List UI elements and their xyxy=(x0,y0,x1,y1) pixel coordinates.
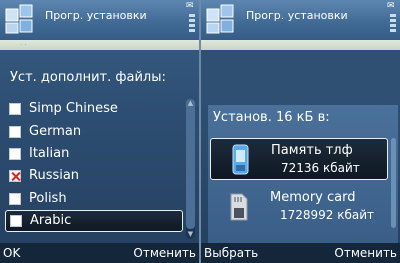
app-title: Прогр. установки xyxy=(246,9,348,22)
option-phone-memory[interactable]: Память тлф 72136 кбайт xyxy=(210,138,388,180)
nav-strip xyxy=(201,40,400,50)
softkey-bar: OK Отменить xyxy=(0,243,199,263)
status-header: Прогр. установки ✉ xyxy=(0,0,199,40)
checkbox[interactable] xyxy=(10,215,22,227)
status-header: Прогр. установки ✉ xyxy=(201,0,400,40)
app-title: Прогр. установки xyxy=(45,9,147,22)
item-label: Italian xyxy=(29,146,70,161)
scroll-up-icon: ▲ xyxy=(187,99,194,107)
option-name: Memory card xyxy=(270,190,356,205)
select-button[interactable]: Выбрать xyxy=(204,246,258,260)
left-screen: Прогр. установки ✉ · · Уст. дополнит. фа… xyxy=(0,0,199,263)
list-item-arabic[interactable]: Arabic xyxy=(5,210,183,232)
message-icon: ✉ xyxy=(186,1,194,11)
option-name: Память тлф xyxy=(271,143,353,158)
scrollbar[interactable]: ▲ ▼ xyxy=(186,99,195,239)
item-label: Simp Chinese xyxy=(29,101,118,116)
phone-memory-icon xyxy=(232,144,249,175)
list-item-german[interactable]: German xyxy=(5,122,183,144)
option-memory-card[interactable]: Memory card 1728992 кбайт xyxy=(210,186,388,228)
item-label: Russian xyxy=(29,168,80,183)
nav-strip-fragment: · · xyxy=(20,41,27,49)
item-label: Polish xyxy=(29,191,67,206)
checkbox[interactable] xyxy=(9,193,21,205)
softkey-bar: Выбрать Отменить xyxy=(201,243,400,263)
list-heading: Уст. дополнит. файлы: xyxy=(10,70,166,85)
popup-title: Установ. 16 кБ в: xyxy=(213,110,330,125)
message-icon: ✉ xyxy=(387,1,395,11)
background-dim xyxy=(201,50,400,105)
popup-scrollbar[interactable] xyxy=(391,138,396,228)
checkbox[interactable] xyxy=(9,126,21,138)
list-item-simp-chinese[interactable]: Simp Chinese xyxy=(5,99,183,121)
checkbox[interactable] xyxy=(9,103,21,115)
cancel-button[interactable]: Отменить xyxy=(334,246,397,260)
memory-card-icon xyxy=(230,193,248,221)
option-size: 72136 кбайт xyxy=(281,161,360,175)
dual-screenshot: Прогр. установки ✉ · · Уст. дополнит. фа… xyxy=(0,0,400,263)
item-label: Arabic xyxy=(30,213,72,228)
option-size: 1728992 кбайт xyxy=(280,208,375,222)
list-item-polish[interactable]: Polish xyxy=(5,189,183,211)
ok-button[interactable]: OK xyxy=(3,246,20,260)
checkbox-checked[interactable] xyxy=(9,170,21,182)
nav-strip: · · xyxy=(0,40,199,50)
app-manager-icon xyxy=(5,4,33,34)
item-label: German xyxy=(29,124,82,139)
list-item-russian[interactable]: Russian xyxy=(5,166,183,188)
list-item-italian[interactable]: Italian xyxy=(5,144,183,166)
checkbox[interactable] xyxy=(9,148,21,160)
scroll-thumb[interactable] xyxy=(186,99,195,229)
right-screen: Прогр. установки ✉ Установ. 16 кБ в: Пам… xyxy=(201,0,400,263)
scroll-down-icon: ▼ xyxy=(187,230,194,238)
cancel-button[interactable]: Отменить xyxy=(133,246,196,260)
app-manager-icon xyxy=(206,4,234,34)
